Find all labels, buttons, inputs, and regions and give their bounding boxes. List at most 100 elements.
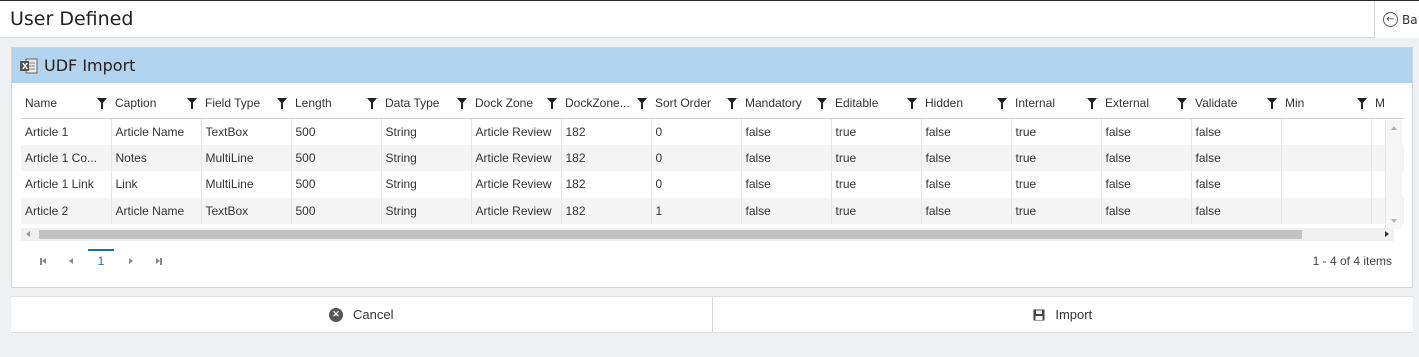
filter-icon[interactable]: [1177, 98, 1187, 109]
column-header-label: DockZone...: [565, 96, 630, 111]
table-cell: false: [921, 144, 1012, 171]
first-page-icon: [41, 258, 46, 264]
cancel-label: Cancel: [353, 307, 394, 322]
filter-icon[interactable]: [367, 98, 377, 109]
table-row[interactable]: Article 1 Link Link MultiLine 500 String Arti…: [21, 171, 1404, 198]
import-label: Import: [1055, 307, 1093, 322]
column-header-label: Name: [25, 96, 58, 111]
filter-icon[interactable]: [1267, 98, 1277, 109]
save-icon: [1033, 309, 1045, 321]
column-header[interactable]: M: [1371, 88, 1404, 119]
next-page-button[interactable]: [120, 251, 142, 271]
action-bar: ✕ Cancel Import: [11, 296, 1413, 333]
table-cell: String: [381, 171, 472, 198]
scroll-up-icon[interactable]: [1391, 126, 1397, 130]
filter-icon[interactable]: [637, 98, 647, 109]
table-cell: 0: [651, 171, 742, 198]
table-cell: true: [831, 197, 922, 224]
column-header[interactable]: Caption: [111, 88, 201, 119]
column-header[interactable]: External: [1101, 88, 1191, 119]
filter-icon[interactable]: [727, 98, 737, 109]
table-cell: Article Review: [471, 144, 562, 171]
table-cell: [1281, 171, 1372, 198]
table-cell: 500: [291, 171, 382, 198]
table-cell: false: [741, 144, 832, 171]
horizontal-scrollbar[interactable]: [21, 228, 1394, 241]
filter-icon[interactable]: [187, 98, 197, 109]
column-header[interactable]: Validate: [1191, 88, 1281, 119]
table-cell: String: [381, 118, 472, 145]
column-header[interactable]: Sort Order: [651, 88, 741, 119]
cancel-circle-icon: ✕: [329, 307, 344, 322]
filter-icon[interactable]: [817, 98, 827, 109]
filter-icon[interactable]: [547, 98, 557, 109]
table-cell: 182: [561, 171, 652, 198]
filter-icon[interactable]: [457, 98, 467, 109]
table-cell: false: [741, 197, 832, 224]
table-cell: 182: [561, 197, 652, 224]
excel-icon: X: [20, 58, 38, 74]
top-bar: User Defined ← Ba: [0, 0, 1419, 38]
table-cell: TextBox: [201, 197, 292, 224]
table-row[interactable]: Article 1 Article Name TextBox 500 String Art…: [21, 118, 1404, 145]
column-header-label: Dock Zone: [475, 96, 534, 111]
udf-table: Name Caption Field Type Length Data Type Dock…: [21, 88, 1404, 224]
table-cell: false: [1101, 118, 1192, 145]
column-header[interactable]: Data Type: [381, 88, 471, 119]
column-header-label: Caption: [115, 96, 157, 111]
column-header[interactable]: Min: [1281, 88, 1371, 119]
table-cell: Article Review: [471, 118, 562, 145]
table-cell: Article Name: [111, 118, 202, 145]
table-cell: true: [1011, 171, 1102, 198]
table-cell: true: [831, 118, 922, 145]
scroll-left-icon[interactable]: [26, 231, 30, 237]
import-button[interactable]: Import: [711, 297, 1414, 332]
table-cell: 0: [651, 144, 742, 171]
filter-icon[interactable]: [97, 98, 107, 109]
table-cell: false: [1191, 171, 1282, 198]
column-header[interactable]: Dock Zone: [471, 88, 561, 119]
table-cell: MultiLine: [201, 144, 292, 171]
back-button[interactable]: ← Ba: [1374, 1, 1419, 38]
table-cell: [1281, 118, 1372, 145]
scroll-thumb[interactable]: [39, 230, 1302, 239]
table-cell: true: [1011, 144, 1102, 171]
column-header[interactable]: Mandatory: [741, 88, 831, 119]
column-header[interactable]: Length: [291, 88, 381, 119]
table-cell: [1281, 144, 1372, 171]
column-header[interactable]: Editable: [831, 88, 921, 119]
udf-grid: Name Caption Field Type Length Data Type Dock…: [21, 88, 1404, 241]
column-header-label: Data Type: [385, 96, 440, 111]
table-cell: false: [921, 197, 1012, 224]
filter-icon[interactable]: [1087, 98, 1097, 109]
column-header[interactable]: Hidden: [921, 88, 1011, 119]
column-header[interactable]: DockZone...: [561, 88, 651, 119]
first-page-button[interactable]: [32, 251, 54, 271]
table-cell: 500: [291, 197, 382, 224]
header-row: Name Caption Field Type Length Data Type Dock…: [21, 88, 1404, 119]
filter-icon[interactable]: [277, 98, 287, 109]
filter-icon[interactable]: [997, 98, 1007, 109]
filter-icon[interactable]: [1357, 98, 1367, 109]
table-cell: Link: [111, 171, 202, 198]
vertical-scrollbar[interactable]: [1385, 120, 1402, 229]
prev-page-button[interactable]: [60, 251, 82, 271]
page-number-current[interactable]: 1: [88, 248, 114, 268]
last-page-button[interactable]: [148, 251, 170, 271]
column-header[interactable]: Internal: [1011, 88, 1101, 119]
filter-icon[interactable]: [907, 98, 917, 109]
table-cell: true: [1011, 118, 1102, 145]
table-row[interactable]: Article 1 Co... Notes MultiLine 500 String Ar…: [21, 144, 1404, 171]
scroll-right-icon[interactable]: [1385, 231, 1389, 237]
table-cell: 0: [651, 118, 742, 145]
page-title: User Defined: [10, 8, 134, 30]
cancel-button[interactable]: ✕ Cancel: [11, 297, 712, 332]
table-row[interactable]: Article 2 Article Name TextBox 500 String Art…: [21, 197, 1404, 224]
column-header[interactable]: Field Type: [201, 88, 291, 119]
arrow-left-circle-icon: ←: [1383, 12, 1398, 27]
table-cell: Article Review: [471, 171, 562, 198]
column-header[interactable]: Name: [21, 88, 111, 119]
scroll-down-icon[interactable]: [1391, 219, 1397, 223]
table-cell: false: [1101, 171, 1192, 198]
back-label: Ba: [1402, 12, 1418, 27]
